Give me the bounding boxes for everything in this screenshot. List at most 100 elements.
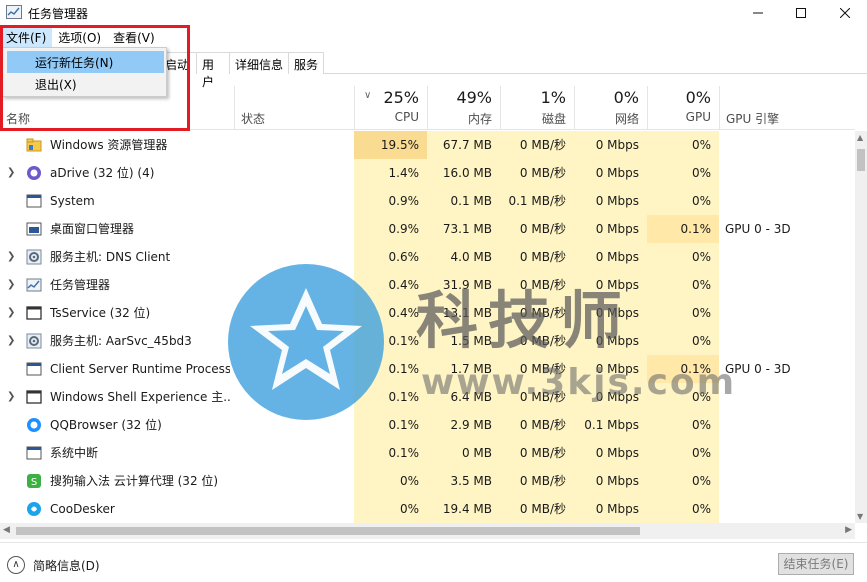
col-gpu-engine[interactable]: GPU 引擎 <box>719 86 855 130</box>
run-new-task-item[interactable]: 运行新任务(N) <box>7 51 164 73</box>
process-row[interactable]: ❯ TsService (32 位) 0.4% 13.1 MB 0 MB/秒 0 Mbps… <box>0 299 855 327</box>
gear-icon <box>26 249 42 265</box>
process-row[interactable]: ❯ 服务主机: DNS Client 0.6% 4.0 MB 0 MB/秒 0 Mbps 0… <box>0 243 855 271</box>
process-name-cell[interactable]: System <box>0 187 234 215</box>
process-row[interactable]: 系统中断 0.1% 0 MB 0 MB/秒 0 Mbps 0% <box>0 439 855 467</box>
process-gpu-value: 0.1% <box>647 215 719 243</box>
process-name-cell[interactable]: ❯ 服务主机: AarSvc_45bd3 <box>0 327 234 355</box>
process-gpu-value: 0% <box>647 495 719 523</box>
horizontal-scrollbar[interactable]: ◀ ▶ <box>0 523 855 539</box>
maximize-button[interactable] <box>778 0 824 26</box>
menu-view[interactable]: 查看(V) <box>107 27 161 47</box>
process-name-cell[interactable]: 系统中断 <box>0 439 234 467</box>
process-mem-value: 73.1 MB <box>427 215 500 243</box>
process-name-cell[interactable]: ❯ 任务管理器 <box>0 271 234 299</box>
scroll-right-icon[interactable]: ▶ <box>845 525 852 535</box>
process-name-cell[interactable]: CooDesker <box>0 495 234 523</box>
process-name: 桌面窗口管理器 <box>50 222 135 236</box>
process-gpu-value: 0% <box>647 187 719 215</box>
process-mem-value: 0 MB <box>427 439 500 467</box>
process-net-value: 0 Mbps <box>574 131 647 159</box>
chevron-right-icon[interactable]: ❯ <box>7 391 15 402</box>
tab-services[interactable]: 服务 <box>288 52 324 74</box>
process-name-cell[interactable]: 桌面窗口管理器 <box>0 215 234 243</box>
col-network[interactable]: 0% 网络 <box>574 86 647 130</box>
exit-item[interactable]: 退出(X) <box>7 73 164 95</box>
process-name-cell[interactable]: QQBrowser (32 位) <box>0 411 234 439</box>
tab-users[interactable]: 用户 <box>196 52 230 89</box>
scroll-down-icon[interactable]: ▼ <box>857 512 863 521</box>
process-row[interactable]: Client Server Runtime Process 0.1% 1.7 MB 0… <box>0 355 855 383</box>
process-row[interactable]: ❯ aDrive (32 位) (4) 1.4% 16.0 MB 0 MB/秒 0 Mbp… <box>0 159 855 187</box>
col-memory[interactable]: 49% 内存 <box>427 86 500 130</box>
process-mem-value: 0.1 MB <box>427 187 500 215</box>
process-gpu-value: 0% <box>647 383 719 411</box>
col-disk[interactable]: 1% 磁盘 <box>500 86 574 130</box>
scroll-left-icon[interactable]: ◀ <box>3 525 10 535</box>
process-name: 搜狗输入法 云计算代理 (32 位) <box>50 474 219 488</box>
process-row[interactable]: ❯ Windows Shell Experience 主... 0.1% 6.4 MB… <box>0 383 855 411</box>
chevron-right-icon[interactable]: ❯ <box>7 251 15 262</box>
process-row[interactable]: ❯ 服务主机: AarSvc_45bd3 0.1% 1.5 MB 0 MB/秒 0 Mbp… <box>0 327 855 355</box>
minimize-button[interactable] <box>735 0 781 26</box>
tab-details[interactable]: 详细信息 <box>229 52 289 74</box>
process-name: aDrive (32 位) (4) <box>50 166 155 180</box>
process-name-cell[interactable]: ❯ TsService (32 位) <box>0 299 234 327</box>
process-name-cell[interactable]: ❯ Windows Shell Experience 主... <box>0 383 234 411</box>
menu-file[interactable]: 文件(F) <box>0 27 53 47</box>
process-disk-value: 0 MB/秒 <box>500 215 574 243</box>
col-gpu-pct: 0% <box>685 88 711 107</box>
process-disk-value: 0 MB/秒 <box>500 271 574 299</box>
scroll-up-icon[interactable]: ▲ <box>857 133 863 142</box>
process-row[interactable]: Windows 资源管理器 19.5% 67.7 MB 0 MB/秒 0 Mbps 0% <box>0 131 855 159</box>
sort-down-icon: ∨ <box>364 90 372 101</box>
horizontal-scroll-thumb[interactable] <box>16 527 640 535</box>
process-disk-value: 0 MB/秒 <box>500 243 574 271</box>
chevron-right-icon[interactable]: ❯ <box>7 167 15 178</box>
process-name-cell[interactable]: Windows 资源管理器 <box>0 131 234 159</box>
maximize-icon <box>796 8 806 18</box>
process-gpu-engine-value: GPU 0 - 3D <box>725 222 791 236</box>
folder-icon <box>26 137 42 153</box>
footer-bar: ∧ 简略信息(D) 结束任务(E) <box>0 542 867 582</box>
process-name-cell[interactable]: ❯ 服务主机: DNS Client <box>0 243 234 271</box>
col-cpu[interactable]: ∨ 25% CPU <box>354 86 427 130</box>
system-icon <box>26 193 42 209</box>
chevron-right-icon[interactable]: ❯ <box>7 335 15 346</box>
menu-options[interactable]: 选项(O) <box>52 27 107 47</box>
process-name: 任务管理器 <box>50 278 111 292</box>
process-row[interactable]: QQBrowser (32 位) 0.1% 2.9 MB 0 MB/秒 0.1 Mbps… <box>0 411 855 439</box>
process-mem-value: 31.9 MB <box>427 271 500 299</box>
process-name-cell[interactable]: S 搜狗输入法 云计算代理 (32 位) <box>0 467 234 495</box>
process-row[interactable]: S 搜狗输入法 云计算代理 (32 位) 0% 3.5 MB 0 MB/秒 0 Mbps 0… <box>0 467 855 495</box>
process-name: TsService (32 位) <box>50 306 151 320</box>
col-gpu[interactable]: 0% GPU <box>647 86 719 130</box>
process-list: Windows 资源管理器 19.5% 67.7 MB 0 MB/秒 0 Mbps 0% ❯… <box>0 131 855 523</box>
chevron-up-icon[interactable]: ∧ <box>7 556 25 574</box>
process-gpu-value: 0% <box>647 271 719 299</box>
process-name-cell[interactable]: ❯ aDrive (32 位) (4) <box>0 159 234 187</box>
process-row[interactable]: ❯ 任务管理器 0.4% 31.9 MB 0 MB/秒 0 Mbps 0% <box>0 271 855 299</box>
process-mem-value: 1.5 MB <box>427 327 500 355</box>
process-cpu-value: 0.1% <box>354 327 427 355</box>
fewer-details-link[interactable]: 简略信息(D) <box>33 557 100 574</box>
chevron-right-icon[interactable]: ❯ <box>7 307 15 318</box>
process-name: QQBrowser (32 位) <box>50 418 162 432</box>
process-name: 服务主机: AarSvc_45bd3 <box>50 334 192 348</box>
process-disk-value: 0 MB/秒 <box>500 439 574 467</box>
vertical-scroll-thumb[interactable] <box>857 149 865 171</box>
close-button[interactable] <box>822 0 867 26</box>
process-row[interactable]: CooDesker 0% 19.4 MB 0 MB/秒 0 Mbps 0% <box>0 495 855 523</box>
process-cpu-value: 0% <box>354 467 427 495</box>
col-gpu-label: GPU <box>685 110 711 124</box>
process-row[interactable]: 桌面窗口管理器 0.9% 73.1 MB 0 MB/秒 0 Mbps 0.1% GPU 0 … <box>0 215 855 243</box>
col-status[interactable]: 状态 <box>234 86 354 130</box>
process-name: 系统中断 <box>50 446 99 460</box>
chevron-right-icon[interactable]: ❯ <box>7 279 15 290</box>
process-name-cell[interactable]: Client Server Runtime Process <box>0 355 234 383</box>
vertical-scrollbar[interactable]: ▲ ▼ <box>855 131 867 523</box>
process-row[interactable]: System 0.9% 0.1 MB 0.1 MB/秒 0 Mbps 0% <box>0 187 855 215</box>
process-gpu-value: 0% <box>647 327 719 355</box>
col-disk-label: 磁盘 <box>541 112 566 126</box>
end-task-button[interactable]: 结束任务(E) <box>778 553 854 575</box>
